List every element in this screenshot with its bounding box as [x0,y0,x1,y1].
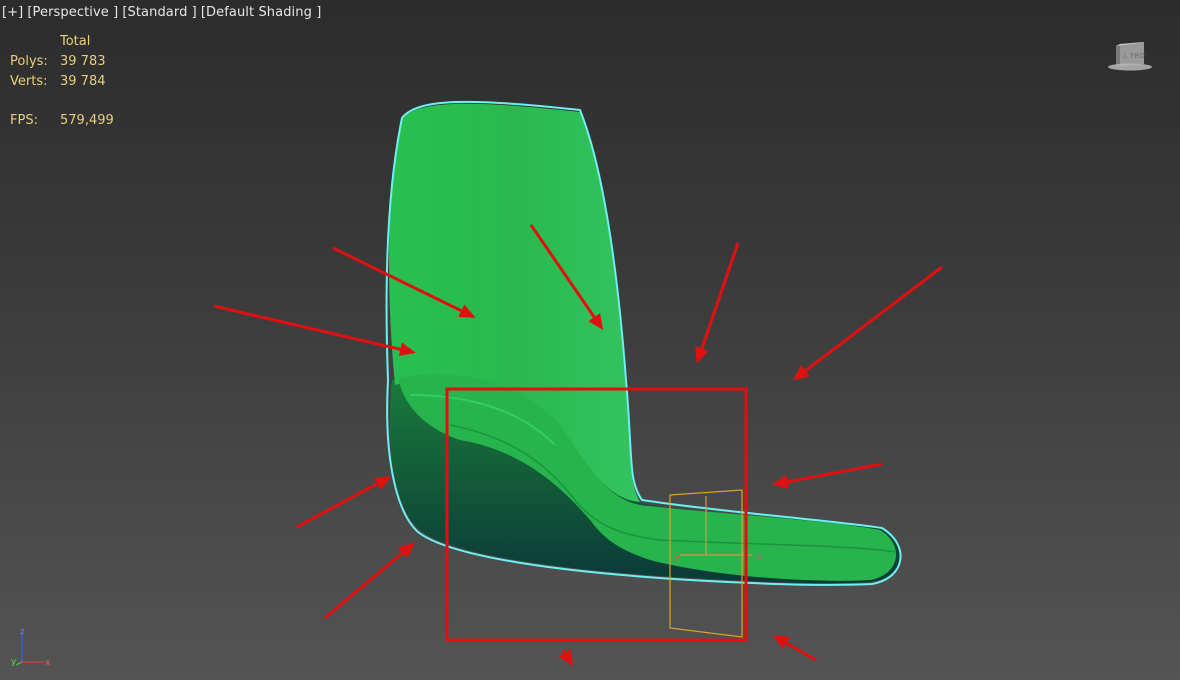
annotation-arrow [213,304,416,357]
gizmo-y-label: y [674,550,681,563]
axis-y-label: y [11,657,17,667]
annotation-arrow [772,635,817,662]
gizmo-x-label: x [756,550,763,563]
annotation-arrow [792,265,943,381]
chair-model[interactable] [385,100,902,586]
annotation-arrow [772,462,883,489]
annotation-arrow [558,649,574,667]
annotation-arrow [695,242,740,364]
viewport-scene[interactable]: x y [0,0,1180,680]
annotation-arrow [296,476,392,529]
axis-x-label: x [45,658,51,668]
axis-z-label: z [20,627,25,637]
annotation-arrow [324,542,416,620]
axis-tripod-icon: z y x [11,627,51,668]
